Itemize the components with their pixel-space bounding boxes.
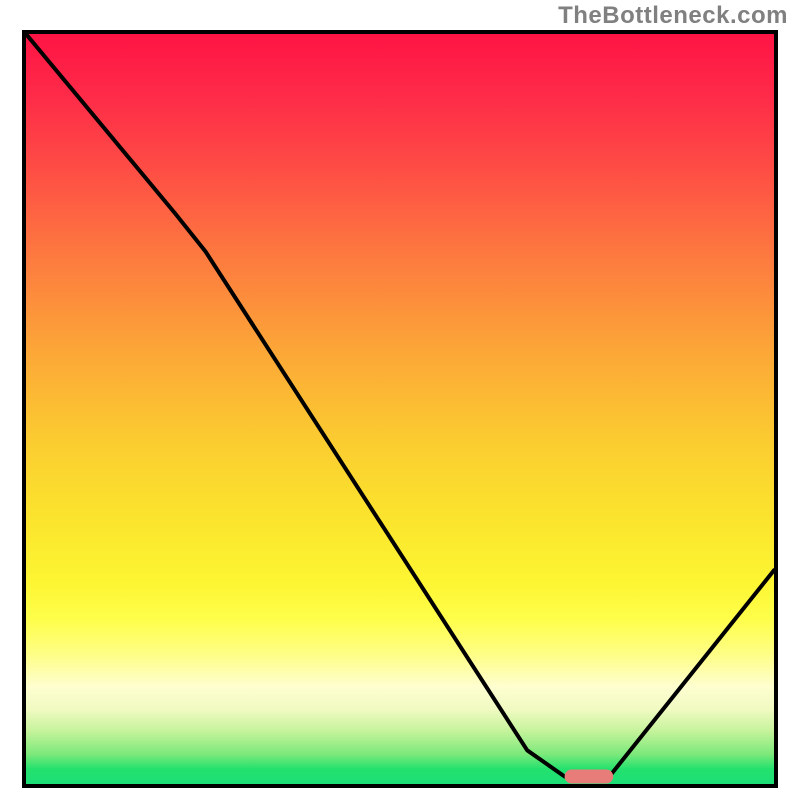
chart-svg <box>26 34 774 784</box>
optimal-region-marker <box>565 770 614 784</box>
watermark-text: TheBottleneck.com <box>558 2 788 30</box>
chart-frame <box>22 30 778 788</box>
bottleneck-curve <box>26 34 774 777</box>
